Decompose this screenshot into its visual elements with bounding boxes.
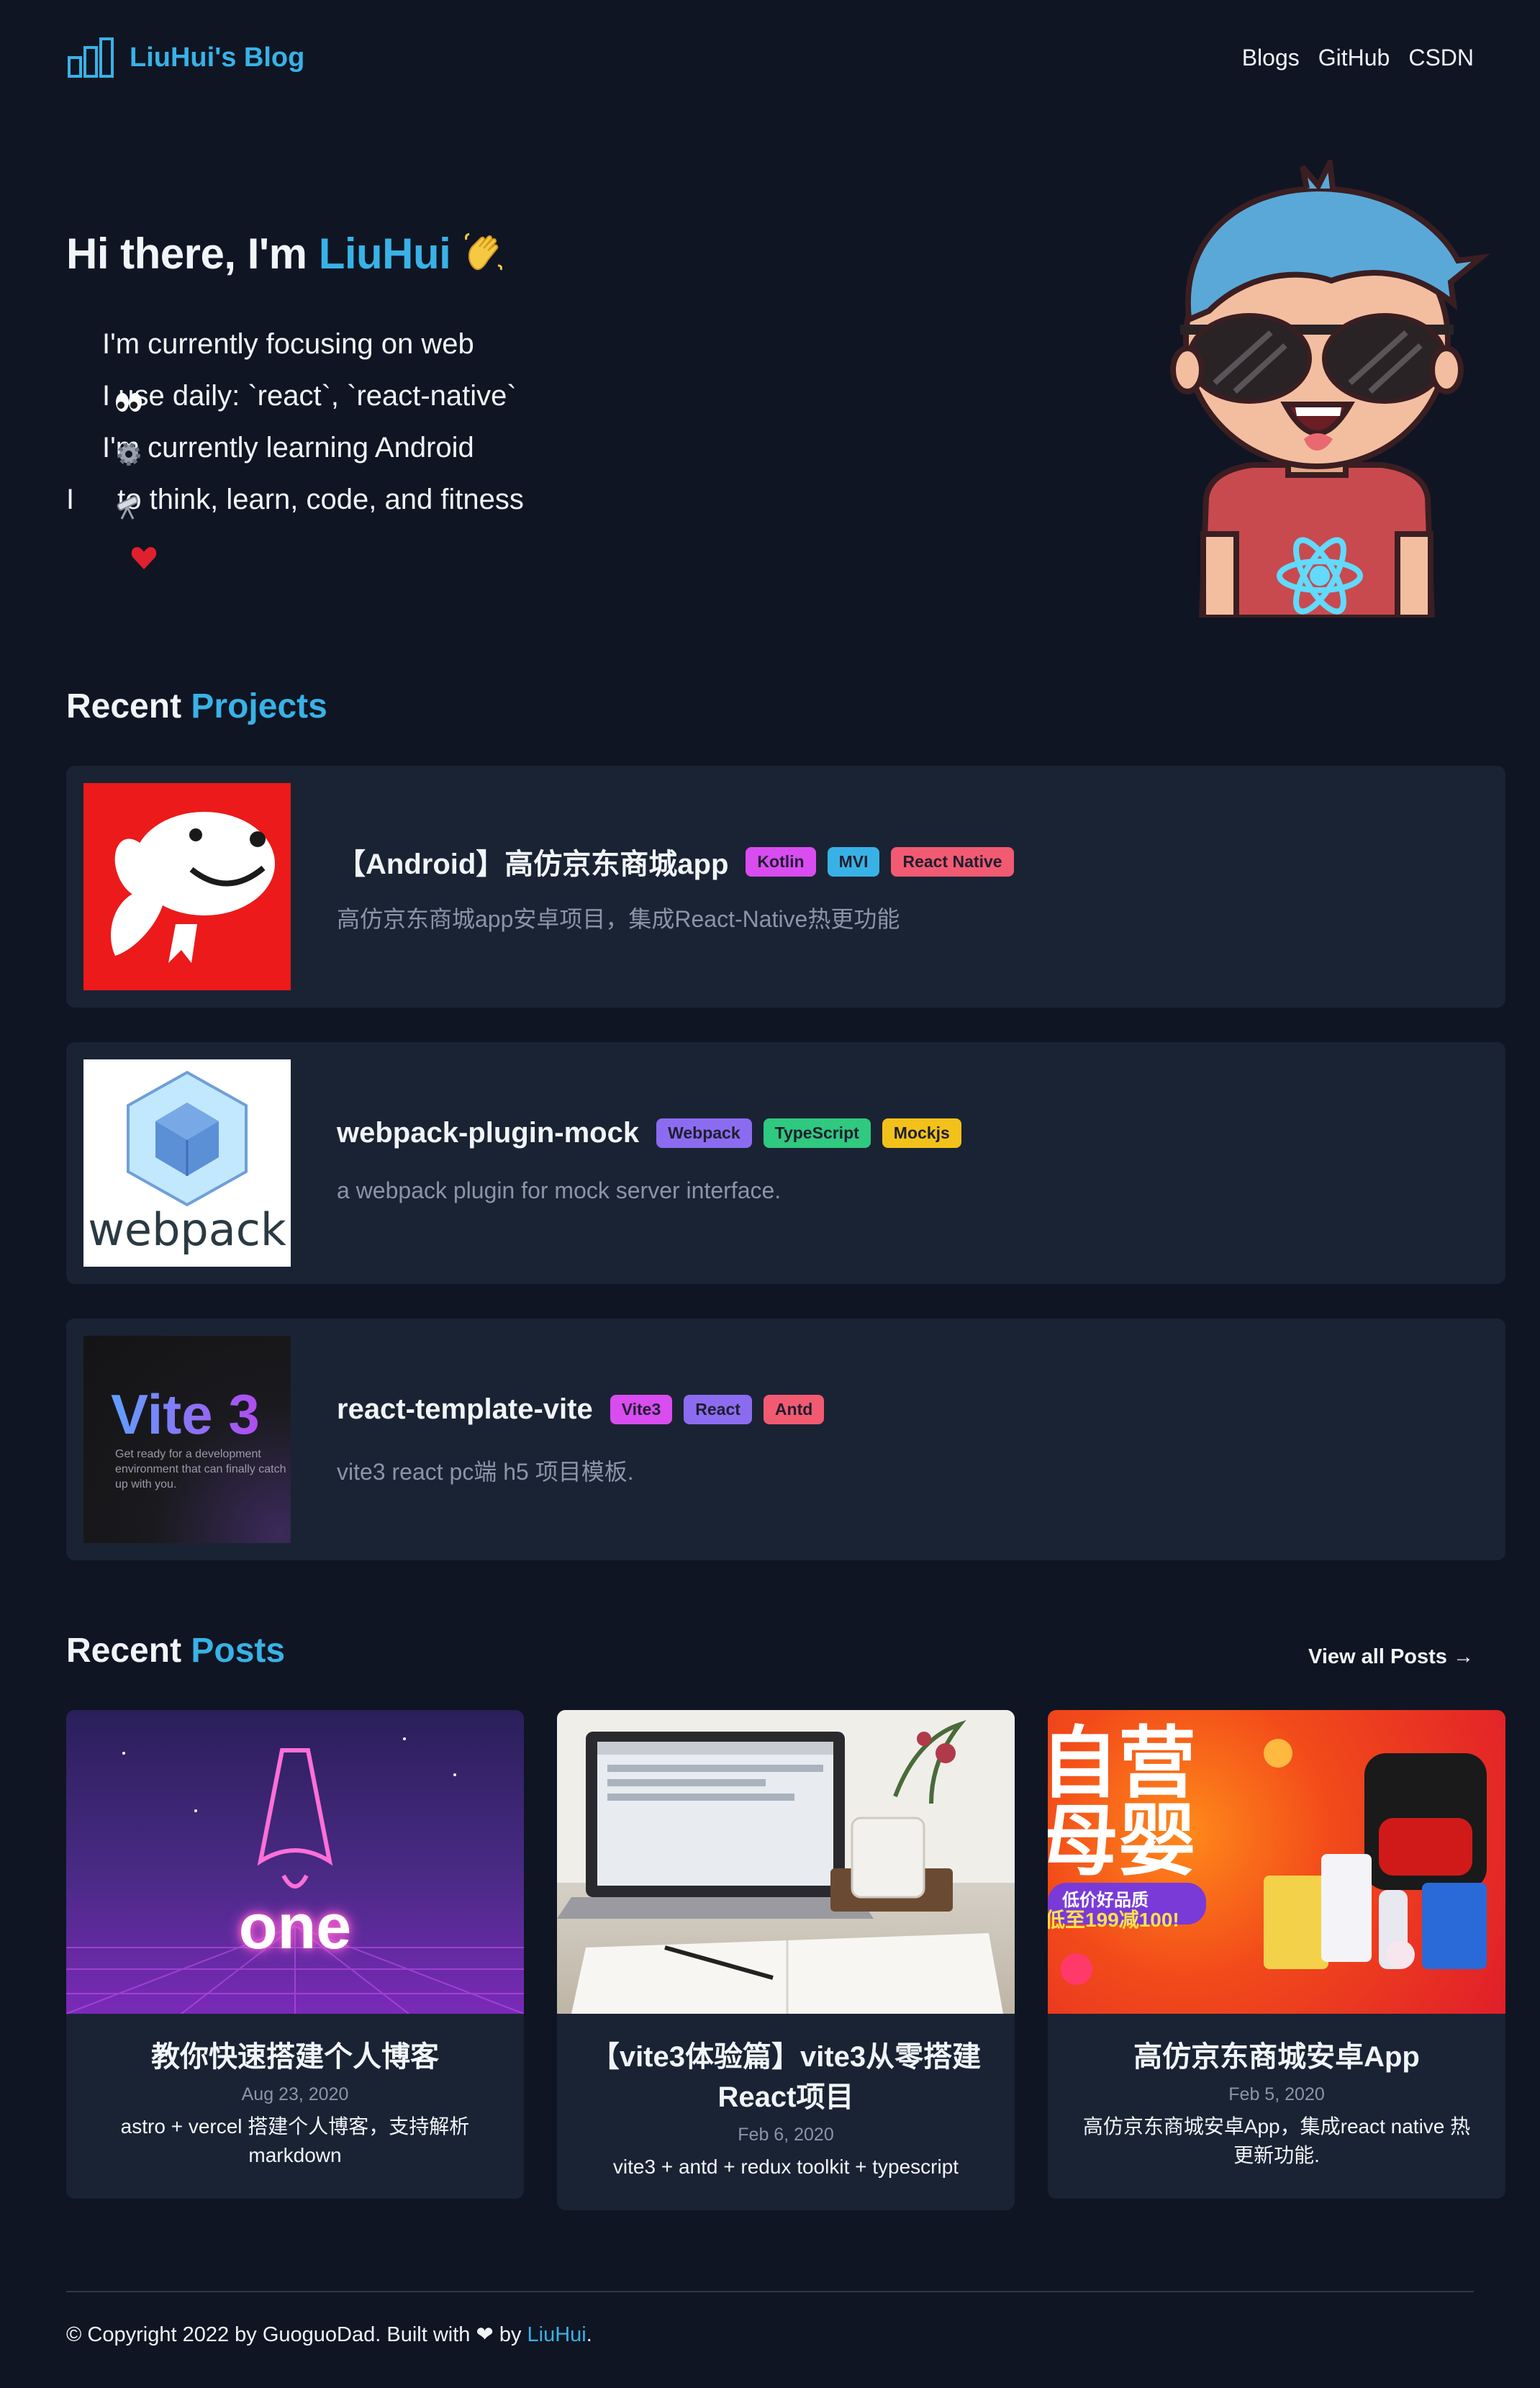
- main-nav: Blogs GitHub CSDN: [1242, 45, 1474, 71]
- tag-antd: Antd: [763, 1395, 825, 1424]
- tag-mockjs: Mockjs: [882, 1118, 961, 1148]
- footer-divider: [66, 2291, 1474, 2292]
- project-title-row: 【Android】高仿京东商城app Kotlin MVI React Nati…: [337, 841, 1014, 882]
- cover-badge-2: 低至199减100!: [1048, 1909, 1179, 1931]
- gear-icon: [66, 381, 140, 466]
- post-cover-laptop: [557, 1710, 1015, 2014]
- post-cover-jd-baby: 自营 母婴 低价好品质 低至199减100!: [1048, 1710, 1505, 2014]
- post-title[interactable]: 教你快速搭建个人博客: [66, 2037, 524, 2077]
- projects-title-accent: Projects: [191, 687, 327, 725]
- tag-typescript: TypeScript: [763, 1118, 871, 1148]
- hero-line-focus: I'm currently focusing on web: [66, 318, 524, 412]
- footer-copyright: © Copyright 2022 by GuoguoDad. Built wit…: [66, 2322, 592, 2347]
- post-card[interactable]: 【vite3体验篇】vite3从零搭建React项目 Feb 6, 2020 v…: [557, 1710, 1015, 2210]
- hero-intro: I'm currently focusing on web I use dail…: [66, 318, 524, 569]
- project-description: vite3 react pc端 h5 项目模板.: [337, 1459, 634, 1485]
- posts-title-plain: Recent: [66, 1632, 191, 1670]
- tag-kotlin: Kotlin: [746, 846, 816, 877]
- eyes-icon: [66, 330, 142, 412]
- hero-line-text: to think, learn, code, and fitness: [117, 484, 524, 515]
- post-description: vite3 + antd + redux toolkit + typescrip…: [612, 2156, 959, 2178]
- hero-title: Hi there, I'm LiuHui: [66, 229, 505, 279]
- view-all-posts-link[interactable]: View all Posts →: [1308, 1645, 1474, 1669]
- tag-mvi: MVI: [827, 846, 880, 877]
- vite-thumbnail: Vite 3 Get ready for a development envir…: [83, 1336, 291, 1543]
- footer-end: .: [586, 2323, 592, 2346]
- tag-react: React: [684, 1395, 752, 1424]
- post-cover-astro: one: [66, 1710, 524, 2014]
- hero-name: LiuHui: [318, 230, 451, 278]
- site-header: LiuHui's Blog Blogs GitHub CSDN: [66, 35, 1474, 81]
- nav-github[interactable]: GitHub: [1318, 45, 1390, 71]
- post-date: Aug 23, 2020: [241, 2084, 349, 2104]
- hero-line-text: I'm currently learning Android: [102, 432, 474, 463]
- posts-section-title: Recent Posts: [66, 1631, 285, 1670]
- tag-react-native: React Native: [891, 846, 1014, 877]
- footer-author-link[interactable]: LiuHui: [527, 2323, 586, 2346]
- jd-logo-thumbnail: [83, 783, 291, 990]
- project-card[interactable]: 【Android】高仿京东商城app Kotlin MVI React Nati…: [66, 766, 1505, 1008]
- posts-title-accent: Posts: [191, 1632, 286, 1670]
- webpack-logo-thumbnail: webpack: [83, 1059, 291, 1267]
- avatar-illustration: [1137, 153, 1497, 620]
- projects-section-title: Recent Projects: [66, 687, 327, 726]
- vite-thumb-subtitle: Get ready for a development environment …: [115, 1448, 286, 1491]
- project-card[interactable]: webpack webpack-plugin-mock Webpack Type…: [66, 1042, 1505, 1284]
- post-date: Feb 6, 2020: [738, 2125, 834, 2145]
- tag-webpack: Webpack: [656, 1118, 752, 1148]
- post-date: Feb 5, 2020: [1228, 2084, 1325, 2104]
- cover-headline-2: 母婴: [1048, 1797, 1197, 1884]
- footer-text: © Copyright 2022 by GuoguoDad. Built wit…: [66, 2323, 527, 2346]
- nav-csdn[interactable]: CSDN: [1408, 45, 1474, 71]
- cover-headline-1: 自营: [1048, 1719, 1197, 1806]
- nav-blogs[interactable]: Blogs: [1242, 45, 1300, 71]
- vite-thumb-title: Vite 3: [111, 1383, 260, 1446]
- brand-link[interactable]: LiuHui's Blog: [66, 36, 304, 79]
- project-title[interactable]: 【Android】高仿京东商城app: [337, 841, 728, 882]
- post-title[interactable]: 高仿京东商城安卓App: [1048, 2037, 1505, 2077]
- project-description: 高仿京东商城app安卓项目，集成React-Native热更功能: [337, 906, 900, 932]
- webpack-wordmark: webpack: [88, 1203, 286, 1256]
- post-description: 高仿京东商城安卓App，集成react native 热更新功能.: [1082, 2115, 1471, 2166]
- tag-vite3: Vite3: [610, 1395, 673, 1424]
- post-cover-text: one: [238, 1891, 352, 1962]
- telescope-icon: [66, 433, 138, 520]
- hero-greeting: Hi there, I'm: [66, 230, 319, 278]
- post-card[interactable]: 自营 母婴 低价好品质 低至199减100! 高仿京东商城安卓App Feb 5…: [1048, 1710, 1505, 2199]
- project-description: a webpack plugin for mock server interfa…: [337, 1177, 782, 1203]
- bar-chart-logo-icon: [68, 37, 114, 78]
- brand-name: LiuHui's Blog: [130, 42, 305, 73]
- hero-line-text: I'm currently focusing on web: [102, 328, 474, 360]
- projects-title-plain: Recent: [66, 687, 191, 725]
- project-card[interactable]: Vite 3 Get ready for a development envir…: [66, 1319, 1505, 1560]
- heart-icon: [81, 485, 157, 569]
- post-description: astro + vercel 搭建个人博客，支持解析markdown: [120, 2115, 470, 2166]
- project-title[interactable]: react-template-vite: [337, 1393, 593, 1426]
- project-title-row: webpack-plugin-mock Webpack TypeScript M…: [337, 1117, 961, 1149]
- post-card[interactable]: one 教你快速搭建个人博客 Aug 23, 2020 astro + verc…: [66, 1710, 524, 2199]
- post-title[interactable]: 【vite3体验篇】vite3从零搭建React项目: [557, 2037, 1015, 2117]
- project-title-row: react-template-vite Vite3 React Antd: [337, 1393, 825, 1426]
- project-title[interactable]: webpack-plugin-mock: [337, 1117, 639, 1149]
- hero-line-text: I use daily: `react`, `react-native`: [102, 380, 517, 412]
- wave-hand-icon: [462, 231, 505, 274]
